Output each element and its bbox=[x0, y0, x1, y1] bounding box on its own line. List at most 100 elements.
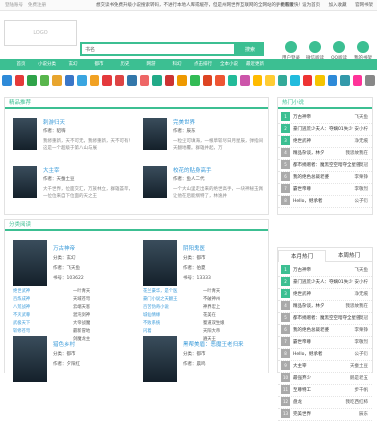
list-item-title[interactable]: 大主宰 bbox=[293, 364, 307, 369]
list-item[interactable]: 2 豪门逃荒少夫人：夺嫡01失少 安小柠 bbox=[278, 124, 372, 136]
related-link[interactable]: 剑魔龙主 bbox=[73, 336, 133, 344]
related-link[interactable]: 大帝战魔 bbox=[73, 320, 133, 328]
book-cover[interactable] bbox=[13, 118, 37, 150]
book-title[interactable]: 完美世界 bbox=[173, 118, 195, 126]
list-item-title[interactable]: 盘龙 bbox=[293, 400, 302, 405]
related-link[interactable]: 百苦伪奇小说 bbox=[143, 304, 203, 312]
share-site-icon[interactable] bbox=[227, 74, 238, 86]
share-site-icon[interactable] bbox=[189, 74, 200, 86]
book-title[interactable]: 万古神帝 bbox=[53, 244, 75, 252]
related-link[interactable]: 天域苍穹 bbox=[73, 296, 133, 304]
related-link[interactable]: 八荒战神 bbox=[13, 304, 73, 312]
nav-online-game[interactable]: 网游 bbox=[138, 59, 164, 70]
set-homepage-link[interactable]: 设为首页 bbox=[302, 3, 320, 8]
tab-weekly[interactable]: 本周热门 bbox=[326, 250, 372, 262]
book-title[interactable]: 刺游归天 bbox=[43, 118, 65, 126]
book-cover[interactable] bbox=[143, 240, 177, 286]
list-item[interactable]: 8 Hello，继承者 公子衍 bbox=[278, 196, 372, 208]
related-link[interactable]: 不破神州 bbox=[203, 296, 263, 304]
related-link[interactable]: 花兰豪华，是个医 bbox=[143, 288, 203, 296]
list-item-title[interactable]: 都市捐赠者：魔黑空空暗夺全星兽 bbox=[293, 316, 361, 321]
share-site-icon[interactable] bbox=[315, 74, 325, 86]
book-cover[interactable] bbox=[13, 166, 37, 198]
share-site-icon[interactable] bbox=[127, 74, 137, 86]
share-site-icon[interactable] bbox=[202, 74, 213, 86]
related-link[interactable]: 绝世武神 bbox=[13, 288, 73, 296]
nav-xuanhuan[interactable]: 玄幻 bbox=[60, 59, 86, 70]
share-site-icon[interactable] bbox=[89, 74, 100, 86]
list-item[interactable]: 7 霸世帝尊 李敬烈 bbox=[278, 184, 372, 196]
share-site-icon[interactable] bbox=[327, 74, 338, 86]
list-item-title[interactable]: 精品杂谈，林夕 bbox=[293, 151, 325, 156]
site-logo[interactable]: LOGO bbox=[4, 20, 77, 46]
share-site-icon[interactable] bbox=[177, 74, 187, 86]
share-site-icon[interactable] bbox=[340, 74, 350, 86]
share-site-icon[interactable] bbox=[39, 74, 50, 86]
register-link[interactable]: 免费注册 bbox=[28, 3, 46, 8]
list-item-title[interactable]: 万古神帝 bbox=[293, 268, 311, 273]
related-link[interactable]: 百炼成神 bbox=[13, 296, 73, 304]
list-item[interactable]: 6 我的绝色总裁老婆 李栗铮 bbox=[278, 325, 372, 337]
my-bookshelf-button[interactable]: 我的书架 bbox=[351, 41, 375, 61]
share-site-icon[interactable] bbox=[290, 74, 300, 86]
qq-read-button[interactable]: QQ阅读 bbox=[327, 41, 351, 61]
list-item-title[interactable]: 霸世帝尊 bbox=[293, 340, 311, 345]
share-site-icon[interactable] bbox=[277, 74, 288, 86]
related-link[interactable]: 武极天下 bbox=[13, 320, 73, 328]
list-item-title[interactable]: 万古神帝 bbox=[293, 115, 311, 120]
related-link[interactable]: 最新冒地 bbox=[73, 328, 133, 336]
list-item-title[interactable]: 豪门逃荒少夫人：夺嫡01失少 bbox=[293, 280, 353, 285]
list-item[interactable]: 9 大主宰 天蚕土豆 bbox=[278, 361, 372, 373]
share-site-icon[interactable] bbox=[27, 74, 37, 86]
user-login-button[interactable]: 用户登录 bbox=[279, 41, 303, 61]
list-item[interactable]: 10 最强弃少 鹅是老五 bbox=[278, 373, 372, 385]
search-type-select[interactable]: 书名 bbox=[85, 46, 95, 53]
book-title[interactable]: 黑帮美眉：恶魔王老归来 bbox=[183, 340, 244, 348]
nav-home[interactable]: 首页 bbox=[8, 59, 34, 70]
recommend-item[interactable]: 完美世界 作者：辰东 一粒尘可填海，一根草斩尽日月星辰，弹指间天翻地覆。群雄并起… bbox=[143, 118, 265, 168]
book-title[interactable]: 阴阳鬼医 bbox=[183, 244, 205, 252]
share-site-icon[interactable] bbox=[265, 74, 275, 86]
login-link[interactable]: 登陆账号 bbox=[5, 3, 23, 8]
nav-ranking[interactable]: 点击排行 bbox=[190, 59, 216, 70]
recommend-item[interactable]: 校花的贴身高手 作者：鱼人二代 一个大山里走出来的绝世高手，一块神秘玉佩让他在后… bbox=[143, 166, 265, 216]
share-site-icon[interactable] bbox=[164, 74, 175, 86]
related-link[interactable]: 闪着 bbox=[143, 328, 203, 336]
related-link[interactable]: 神界宏上 bbox=[203, 304, 263, 312]
list-item[interactable]: 4 精品杂谈，林夕 我思故我在 bbox=[278, 301, 372, 313]
list-item[interactable]: 2 豪门逃荒少夫人：夺嫡01失少 安小柠 bbox=[278, 277, 372, 289]
share-site-icon[interactable] bbox=[365, 74, 375, 86]
nav-scifi[interactable]: 科幻 bbox=[164, 59, 190, 70]
list-item-title[interactable]: 霸世帝尊 bbox=[293, 187, 311, 192]
related-link[interactable]: 云端天客 bbox=[73, 304, 133, 312]
list-item-title[interactable]: 豪门逃荒少夫人：夺嫡01失少 bbox=[293, 127, 353, 132]
list-item[interactable]: 12 盘龙 我吃西红柿 bbox=[278, 397, 372, 409]
related-link[interactable]: 不败系统 bbox=[143, 320, 203, 328]
related-link[interactable]: 花美在 bbox=[203, 312, 263, 320]
list-item[interactable]: 5 都市捐赠者：魔黑空空暗夺全星兽 莫冠 bbox=[278, 313, 372, 325]
related-link[interactable]: 豪门小说之天翻王 bbox=[143, 296, 203, 304]
book-cover[interactable] bbox=[143, 166, 167, 198]
search-button[interactable]: 搜索 bbox=[236, 42, 264, 56]
list-item[interactable]: 1 万古神帝 飞天鱼 bbox=[278, 265, 372, 277]
list-item-title[interactable]: 绝世武神 bbox=[293, 292, 311, 297]
nav-latest[interactable]: 最近更新 bbox=[242, 59, 268, 70]
share-site-icon[interactable] bbox=[152, 74, 162, 86]
list-item[interactable]: 3 绝世武神 净无痕 bbox=[278, 136, 372, 148]
nav-complete[interactable]: 全本小说 bbox=[216, 59, 242, 70]
related-link[interactable]: 天阳大帝 bbox=[203, 328, 263, 336]
related-link[interactable]: 城仙情缘 bbox=[143, 312, 203, 320]
wechat-read-button[interactable]: 微信阅读 bbox=[303, 41, 327, 61]
list-item-title[interactable]: 最强弃少 bbox=[293, 376, 311, 381]
share-site-icon[interactable] bbox=[139, 74, 150, 86]
list-item-title[interactable]: 精品杂谈，林夕 bbox=[293, 304, 325, 309]
share-site-icon[interactable] bbox=[215, 74, 225, 86]
list-item-title[interactable]: 都市捐赠者：魔黑空空暗夺全星兽 bbox=[293, 163, 361, 168]
share-site-icon[interactable] bbox=[2, 74, 12, 86]
related-link[interactable]: 蜀道双生娘 bbox=[203, 320, 263, 328]
share-site-icon[interactable] bbox=[114, 74, 125, 86]
related-link[interactable]: 混沌剑神 bbox=[73, 312, 133, 320]
related-link[interactable]: 不灭武尊 bbox=[13, 312, 73, 320]
nav-urban[interactable]: 都市 bbox=[86, 59, 112, 70]
share-site-icon[interactable] bbox=[64, 74, 75, 86]
